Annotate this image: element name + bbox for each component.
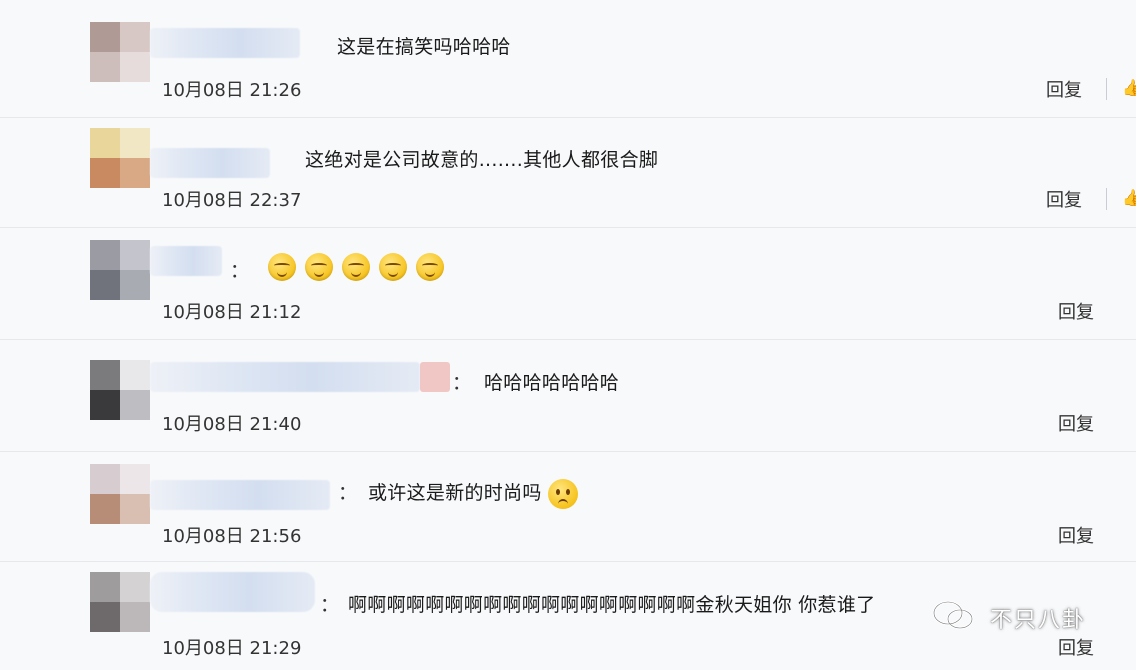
emoji-row: [268, 253, 453, 281]
grin-emoji-icon: [305, 253, 333, 281]
comment-text: 或许这是新的时尚吗: [368, 478, 578, 509]
avatar[interactable]: [90, 360, 150, 420]
comment-item: 这是在搞笑吗哈哈哈 10月08日 21:26 回复 👍: [0, 0, 1136, 118]
avatar[interactable]: [90, 572, 150, 632]
comment-timestamp: 10月08日 21:26: [162, 80, 302, 101]
reply-button[interactable]: 回复: [1046, 186, 1082, 212]
comment-colon: ：: [452, 372, 472, 394]
worried-emoji-icon: [547, 478, 578, 509]
reply-button[interactable]: 回复: [1046, 76, 1082, 102]
username-blurred: [420, 362, 450, 392]
username-blurred[interactable]: [150, 28, 300, 58]
reply-button[interactable]: 回复: [1058, 410, 1094, 436]
comment-item: ： 10月08日 21:12 回复: [0, 228, 1136, 340]
avatar[interactable]: [90, 240, 150, 300]
thumbs-up-icon[interactable]: 👍: [1122, 78, 1136, 97]
reply-button[interactable]: 回复: [1058, 634, 1094, 660]
username-blurred[interactable]: [150, 362, 420, 392]
username-blurred[interactable]: [150, 246, 222, 276]
comment-timestamp: 10月08日 22:37: [162, 190, 302, 211]
comment-text: 这是在搞笑吗哈哈哈: [337, 36, 511, 58]
divider: [1106, 188, 1107, 210]
divider: [1106, 78, 1107, 100]
wechat-logo-icon: [932, 600, 974, 630]
comment-timestamp: 10月08日 21:12: [162, 302, 302, 323]
comment-text: 哈哈哈哈哈哈哈: [484, 372, 620, 394]
comment-item: ： 或许这是新的时尚吗 10月08日 21:56 回复: [0, 452, 1136, 562]
comment-colon: ：: [230, 260, 250, 282]
avatar[interactable]: [90, 128, 150, 188]
comment-text-content: 或许这是新的时尚吗: [368, 482, 542, 504]
comment-text: 这绝对是公司故意的.......其他人都很合脚: [305, 149, 659, 171]
grin-emoji-icon: [342, 253, 370, 281]
username-blurred[interactable]: [150, 480, 330, 510]
comment-timestamp: 10月08日 21:40: [162, 414, 302, 435]
thumbs-up-icon[interactable]: 👍: [1122, 188, 1136, 207]
comment-colon: ：: [320, 594, 340, 616]
comment-colon: ：: [338, 482, 358, 504]
avatar[interactable]: [90, 22, 150, 82]
username-blurred[interactable]: [150, 148, 270, 178]
comment-item: 这绝对是公司故意的.......其他人都很合脚 10月08日 22:37 回复 …: [0, 118, 1136, 228]
grin-emoji-icon: [416, 253, 444, 281]
comment-timestamp: 10月08日 21:56: [162, 526, 302, 547]
comment-text: 啊啊啊啊啊啊啊啊啊啊啊啊啊啊啊啊啊啊金秋天姐你 你惹谁了: [348, 594, 876, 616]
comment-item: ： 哈哈哈哈哈哈哈 10月08日 21:40 回复: [0, 340, 1136, 452]
grin-emoji-icon: [268, 253, 296, 281]
reply-button[interactable]: 回复: [1058, 522, 1094, 548]
comment-timestamp: 10月08日 21:29: [162, 638, 302, 659]
username-blurred[interactable]: [150, 572, 315, 612]
grin-emoji-icon: [379, 253, 407, 281]
avatar[interactable]: [90, 464, 150, 524]
watermark-text: 不只八卦: [990, 608, 1087, 633]
reply-button[interactable]: 回复: [1058, 298, 1094, 324]
